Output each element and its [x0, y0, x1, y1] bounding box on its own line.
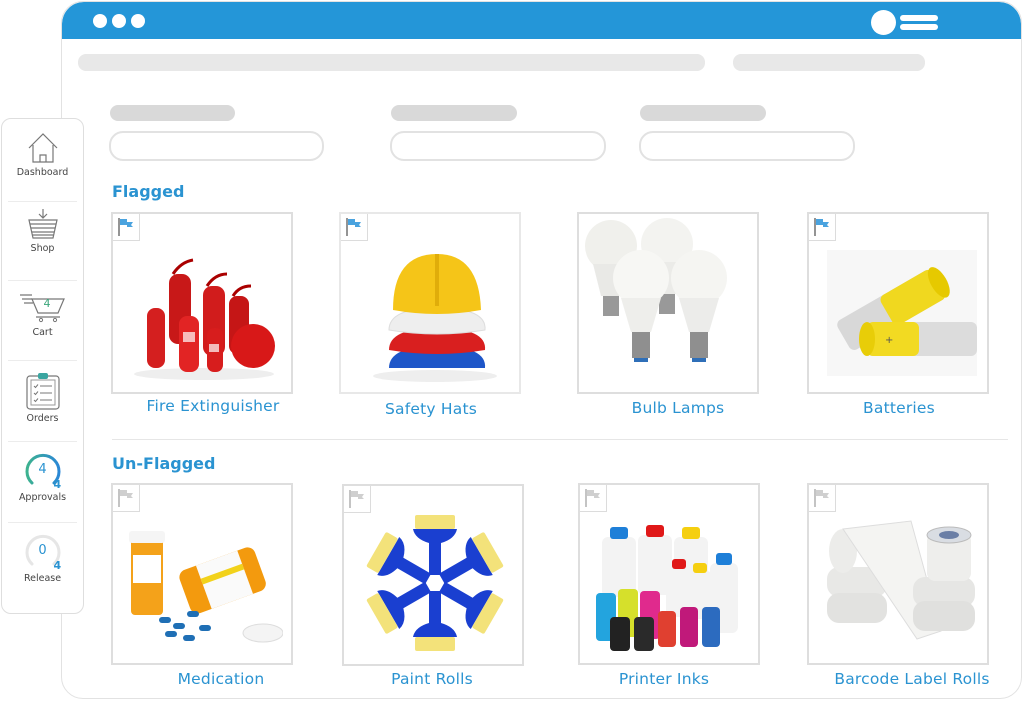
release-gauge: 0 4 [24, 533, 62, 572]
title-bar [62, 2, 1021, 39]
section-divider [112, 439, 1008, 440]
sidebar-item-label: Release [23, 573, 62, 584]
sidebar-item-release[interactable]: 0 4 Release [2, 533, 83, 584]
flag-icon [814, 489, 829, 507]
filter-field-2[interactable] [390, 131, 606, 161]
sidebar-item-label: Approvals [18, 492, 67, 503]
sidebar-item-cart[interactable]: 4 Cart [2, 291, 83, 338]
fire-extinguisher-image [134, 258, 275, 380]
field-label-placeholder [391, 105, 517, 121]
section-title-flagged: Flagged [112, 182, 185, 201]
barcode-label-rolls-image [827, 520, 975, 640]
product-label[interactable]: Safety Hats [311, 400, 551, 418]
product-card-safety-hats[interactable] [339, 212, 521, 394]
product-label[interactable]: Medication [101, 670, 341, 688]
product-label[interactable]: Fire Extinguisher [93, 397, 333, 415]
flag-toggle[interactable] [113, 485, 140, 512]
product-card-batteries[interactable]: + [807, 212, 989, 394]
medication-image [129, 531, 283, 643]
product-label[interactable]: Batteries [779, 399, 1019, 417]
sidebar-nav: Dashboard Shop 4 Cart Orders 4 4 Approva… [1, 118, 84, 614]
product-card-fire-extinguisher[interactable] [111, 212, 293, 394]
sidebar-item-shop[interactable]: Shop [2, 207, 83, 254]
svg-text:+: + [885, 335, 893, 346]
clipboard-icon [25, 373, 60, 410]
flag-icon [585, 489, 600, 507]
flag-toggle[interactable] [809, 214, 836, 241]
user-menu-icon[interactable] [871, 10, 938, 35]
cart-icon: 4 [18, 291, 68, 325]
product-label[interactable]: Paint Rolls [312, 670, 552, 688]
window-control-dot[interactable] [112, 14, 126, 28]
batteries-image: + [827, 250, 977, 376]
flag-icon [349, 490, 364, 508]
flag-icon [118, 489, 133, 507]
search-bar-placeholder[interactable] [78, 54, 705, 71]
avatar [871, 10, 896, 35]
divider [8, 522, 77, 523]
sidebar-item-dashboard[interactable]: Dashboard [2, 131, 83, 178]
filter-field-1[interactable] [109, 131, 324, 161]
sidebar-item-orders[interactable]: Orders [2, 371, 83, 424]
flag-toggle[interactable] [580, 485, 607, 512]
safety-hats-image [373, 254, 497, 382]
window-controls [93, 14, 145, 28]
product-card-medication[interactable] [111, 483, 293, 665]
sidebar-item-label: Orders [26, 413, 59, 424]
paint-rolls-image [365, 515, 505, 651]
home-icon [28, 133, 57, 163]
flag-toggle[interactable] [113, 214, 140, 241]
field-label-placeholder [110, 105, 235, 121]
basket-icon [27, 209, 58, 239]
menu-icon [900, 15, 938, 30]
flag-toggle[interactable] [809, 485, 836, 512]
approvals-value: 4 [38, 462, 47, 477]
release-max: 4 [53, 559, 62, 572]
sidebar-item-label: Cart [32, 327, 53, 338]
product-label[interactable]: Bulb Lamps [558, 399, 798, 417]
filter-field-3[interactable] [639, 131, 855, 161]
section-title-unflagged: Un-Flagged [112, 454, 216, 473]
divider [8, 360, 77, 361]
field-label-placeholder [640, 105, 766, 121]
release-value: 0 [38, 543, 47, 558]
sidebar-item-label: Dashboard [16, 167, 69, 178]
window-control-dot[interactable] [93, 14, 107, 28]
filter-bar-placeholder[interactable] [733, 54, 925, 71]
sidebar-item-approvals[interactable]: 4 4 Approvals [2, 452, 83, 503]
sidebar-item-label: Shop [30, 243, 55, 254]
printer-inks-image [596, 525, 738, 651]
flag-toggle[interactable] [344, 486, 371, 513]
approvals-max: 4 [53, 478, 62, 491]
app-window: Flagged Fire Extinguisher Safety Hats Bu… [61, 1, 1022, 699]
flag-icon [346, 218, 361, 236]
product-card-paint-rolls[interactable] [342, 484, 524, 666]
product-card-bulb-lamps[interactable] [577, 212, 759, 394]
product-card-printer-inks[interactable] [578, 483, 760, 665]
cart-count-badge: 4 [43, 297, 51, 310]
divider [8, 280, 77, 281]
product-card-barcode-label-rolls[interactable] [807, 483, 989, 665]
divider [8, 441, 77, 442]
approvals-gauge: 4 4 [24, 452, 62, 491]
flag-icon [118, 218, 133, 236]
bulb-lamps-image [585, 218, 727, 362]
window-control-dot[interactable] [131, 14, 145, 28]
product-label[interactable]: Printer Inks [544, 670, 784, 688]
product-label[interactable]: Barcode Label Rolls [792, 670, 1021, 688]
flag-toggle[interactable] [341, 214, 368, 241]
flag-icon [814, 218, 829, 236]
divider [8, 201, 77, 202]
